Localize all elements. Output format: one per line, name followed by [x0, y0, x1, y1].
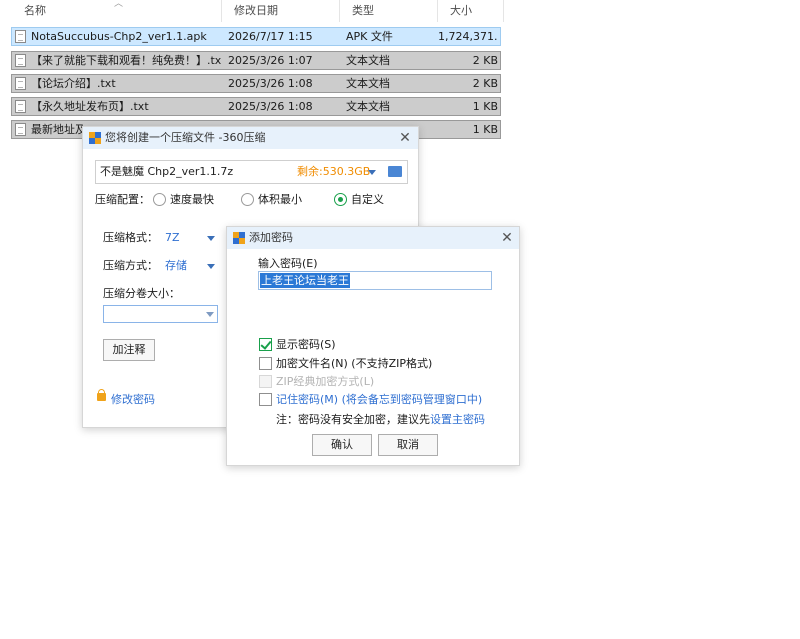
change-password-link[interactable]: 修改密码	[111, 393, 155, 407]
compress-dialog-close-icon[interactable]: ✕	[395, 128, 415, 148]
password-dialog-close-icon[interactable]: ✕	[497, 228, 517, 248]
format-label: 压缩格式：	[103, 231, 158, 244]
show-password-label[interactable]: 显示密码(S)	[276, 338, 336, 352]
cancel-button[interactable]: 取消	[378, 434, 438, 456]
password-dialog-title: 添加密码	[249, 231, 293, 244]
option-smallest-radio[interactable]	[241, 193, 254, 206]
show-password-checkbox[interactable]	[259, 338, 272, 351]
column-header-type[interactable]: 类型	[340, 0, 438, 22]
output-filename-field[interactable]: 不是魅魔 Chp2_ver1.1.7z 剩余:530.3GB	[95, 160, 408, 184]
file-modified: 2025/3/26 1:07	[228, 54, 313, 67]
compress-config-label: 压缩配置：	[95, 193, 150, 206]
file-modified: 2025/3/26 1:08	[228, 77, 313, 90]
security-note: 注：密码没有安全加密，建议先设置主密码	[276, 413, 485, 427]
set-master-password-link[interactable]: 设置主密码	[430, 413, 485, 426]
output-filename-text: 不是魅魔 Chp2_ver1.1.7z	[100, 165, 234, 178]
file-size: 1 KB	[472, 100, 498, 113]
password-text: 上老王论坛当老王	[260, 273, 350, 288]
360zip-app-icon	[233, 232, 245, 244]
file-type: 文本文档	[346, 100, 390, 113]
file-size: 1,724,371...	[438, 30, 498, 43]
text-file-icon	[15, 30, 26, 43]
text-file-icon	[15, 100, 26, 113]
remember-password-label[interactable]: 记住密码(M) (将会备忘到密码管理窗口中)	[276, 393, 482, 407]
file-type: APK 文件	[346, 30, 393, 43]
password-input-label: 输入密码(E)	[258, 257, 318, 270]
password-dialog: 添加密码 ✕ 输入密码(E) 上老王论坛当老王 显示密码(S) 加密文件名(N)…	[226, 226, 520, 466]
method-label: 压缩方式：	[103, 259, 158, 272]
option-fastest-radio[interactable]	[153, 193, 166, 206]
text-file-icon	[15, 54, 26, 67]
file-row[interactable]: 【来了就能下载和观看！纯免费！】.txt 2025/3/26 1:07 文本文档 2 …	[11, 51, 501, 70]
split-size-label: 压缩分卷大小：	[103, 287, 180, 300]
file-name: 【论坛介绍】.txt	[31, 77, 116, 90]
360zip-app-icon	[89, 132, 101, 144]
file-size: 2 KB	[472, 54, 498, 67]
split-size-dropdown-icon[interactable]	[206, 312, 214, 317]
file-modified: 2025/3/26 1:08	[228, 100, 313, 113]
column-header-size[interactable]: 大小	[438, 0, 504, 22]
lock-shackle-icon	[98, 389, 105, 395]
column-header-modified[interactable]: 修改日期	[222, 0, 340, 22]
path-dropdown-icon[interactable]	[368, 170, 376, 175]
format-dropdown-icon[interactable]	[207, 236, 215, 241]
text-file-icon	[15, 123, 26, 136]
file-row[interactable]: NotaSuccubus-Chp2_ver1.1.apk 2026/7/17 1:…	[11, 27, 501, 46]
security-note-text: 注：密码没有安全加密，建议先	[276, 413, 430, 426]
file-row[interactable]: 【论坛介绍】.txt 2025/3/26 1:08 文本文档 2 KB	[11, 74, 501, 93]
method-dropdown-icon[interactable]	[207, 264, 215, 269]
file-size: 1 KB	[472, 123, 498, 136]
option-fastest-label[interactable]: 速度最快	[170, 193, 214, 207]
file-name: NotaSuccubus-Chp2_ver1.1.apk	[31, 30, 207, 43]
encrypt-filenames-checkbox[interactable]	[259, 357, 272, 370]
file-type: 文本文档	[346, 77, 390, 90]
zip-classic-label: ZIP经典加密方式(L)	[276, 375, 375, 388]
format-select[interactable]: 7Z	[165, 231, 180, 245]
password-input[interactable]: 上老王论坛当老王	[258, 271, 492, 290]
compress-dialog-title: 您将创建一个压缩文件 -360压缩	[105, 131, 266, 144]
file-name: 【来了就能下载和观看！纯免费！】.txt	[31, 54, 221, 67]
file-size: 2 KB	[472, 77, 498, 90]
zip-classic-checkbox[interactable]	[259, 375, 272, 388]
file-type: 文本文档	[346, 54, 390, 67]
text-file-icon	[15, 77, 26, 90]
method-select[interactable]: 存储	[165, 259, 187, 273]
encrypt-filenames-label[interactable]: 加密文件名(N) (不支持ZIP格式)	[276, 357, 432, 371]
password-dialog-titlebar[interactable]: 添加密码 ✕	[227, 227, 519, 249]
browse-folder-icon[interactable]	[388, 166, 402, 177]
add-comment-button[interactable]: 加注释	[103, 339, 155, 361]
file-name: 【永久地址发布页】.txt	[31, 100, 149, 113]
confirm-button[interactable]: 确认	[312, 434, 372, 456]
option-smallest-label[interactable]: 体积最小	[258, 193, 302, 207]
file-modified: 2026/7/17 1:15	[228, 30, 313, 43]
split-size-combo[interactable]	[103, 305, 218, 323]
file-row[interactable]: 【永久地址发布页】.txt 2025/3/26 1:08 文本文档 1 KB	[11, 97, 501, 116]
sort-ascending-icon: ︿	[114, 0, 124, 9]
option-custom-label[interactable]: 自定义	[351, 193, 384, 207]
compress-dialog-titlebar[interactable]: 您将创建一个压缩文件 -360压缩 ✕	[83, 127, 418, 149]
remember-password-checkbox[interactable]	[259, 393, 272, 406]
free-space-label: 剩余:530.3GB	[297, 165, 371, 178]
option-custom-radio[interactable]	[334, 193, 347, 206]
